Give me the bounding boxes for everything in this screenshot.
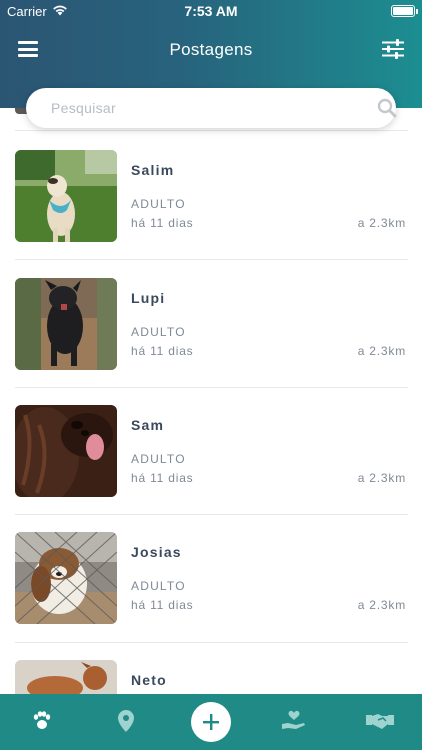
hand-heart-icon xyxy=(282,710,305,729)
pet-name: Salim xyxy=(131,162,175,178)
tab-posts[interactable] xyxy=(12,694,72,750)
pet-posted-time: há 11 dias xyxy=(131,344,194,358)
divider xyxy=(15,130,408,131)
pet-photo xyxy=(15,532,117,624)
list-item[interactable]: Lupi ADULTO há 11 dias a 2.3km xyxy=(0,278,422,405)
tab-map[interactable] xyxy=(96,694,156,750)
pet-age: ADULTO xyxy=(131,452,186,466)
list-item[interactable]: Salim ADULTO há 11 dias a 2.3km xyxy=(0,150,422,277)
page-title: Postagens xyxy=(169,40,253,59)
search-icon[interactable] xyxy=(377,98,397,118)
pet-name: Josias xyxy=(131,544,182,560)
pet-photo xyxy=(15,405,117,497)
paw-icon xyxy=(33,711,51,729)
pet-distance: a 2.3km xyxy=(357,344,406,358)
tab-donations[interactable] xyxy=(264,694,324,750)
list-item[interactable]: Sam ADULTO há 11 dias a 2.3km xyxy=(0,405,422,532)
pet-distance: a 2.3km xyxy=(357,216,406,230)
pet-posted-time: há 11 dias xyxy=(131,216,194,230)
pet-photo xyxy=(15,278,117,370)
status-bar: Carrier 7:53 AM xyxy=(0,0,422,24)
pet-distance: a 2.3km xyxy=(357,598,406,612)
pet-age: ADULTO xyxy=(131,325,186,339)
pet-distance: a 2.3km xyxy=(357,471,406,485)
tab-bar xyxy=(0,694,422,750)
divider xyxy=(15,642,408,643)
pet-posted-time: há 11 dias xyxy=(131,598,194,612)
divider xyxy=(15,387,408,388)
add-icon xyxy=(203,714,219,730)
search-input[interactable]: Pesquisar xyxy=(26,88,397,128)
battery-icon xyxy=(391,5,415,17)
filter-icon[interactable] xyxy=(382,39,404,59)
pet-photo xyxy=(15,150,117,242)
pet-name: Sam xyxy=(131,417,165,433)
search-placeholder: Pesquisar xyxy=(51,100,116,116)
pet-age: ADULTO xyxy=(131,197,186,211)
pet-age: ADULTO xyxy=(131,579,186,593)
pet-photo xyxy=(15,660,117,694)
location-pin-icon xyxy=(118,710,134,732)
add-post-button[interactable] xyxy=(191,702,231,742)
clock: 7:53 AM xyxy=(184,3,238,19)
list-item[interactable]: Neto xyxy=(0,660,422,694)
divider xyxy=(15,514,408,515)
pet-posted-time: há 11 dias xyxy=(131,471,194,485)
tab-partners[interactable] xyxy=(350,694,410,750)
divider xyxy=(15,259,408,260)
pet-name: Neto xyxy=(131,672,167,688)
list-item[interactable]: Josias ADULTO há 11 dias a 2.3km xyxy=(0,532,422,659)
posts-list[interactable]: Salim ADULTO há 11 dias a 2.3km Lupi ADU… xyxy=(0,108,422,694)
handshake-icon xyxy=(366,714,394,729)
pet-name: Lupi xyxy=(131,290,166,306)
battery-tip xyxy=(416,9,418,14)
